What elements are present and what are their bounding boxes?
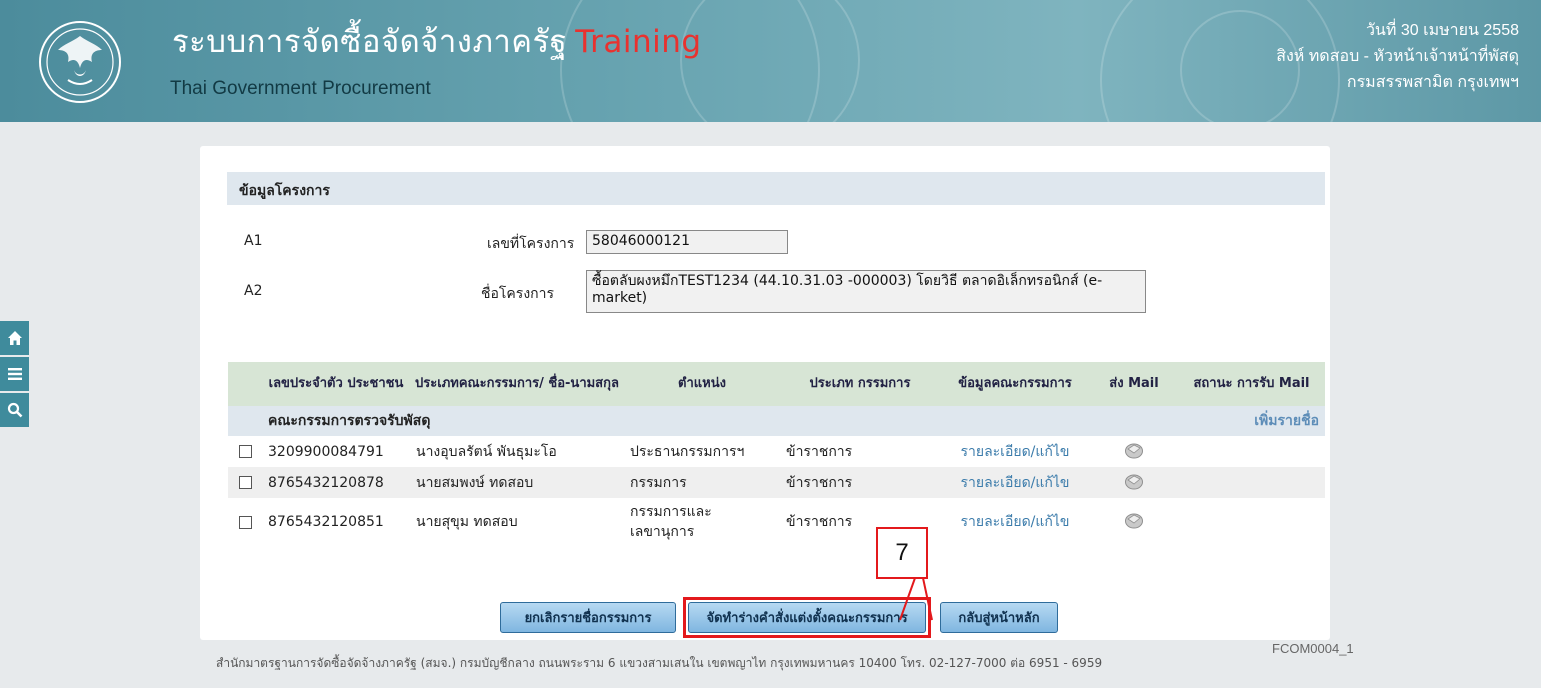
column-header-committee-info: ข้อมูลคณะกรรมการ [940,362,1090,406]
detail-edit-link[interactable]: รายละเอียด/แก้ไข [940,498,1090,546]
position-cell: กรรมการ [624,467,780,498]
committee-group-row: คณะกรรมการตรวจรับพัสดุ เพิ่มรายชื่อ [228,406,1325,436]
column-header-committee-name: ประเภทคณะกรรมการ/ ชื่อ-นามสกุล [410,362,624,406]
form-code: FCOM0004_1 [1272,641,1354,656]
project-name-label: ชื่อโครงการ [481,286,555,302]
project-number-field[interactable]: 58046000121 [586,230,788,254]
user-info: วันที่ 30 เมษายน 2558 สิงห์ ทดสอบ - หัวห… [1276,18,1519,96]
current-date: วันที่ 30 เมษายน 2558 [1365,22,1519,39]
column-header-committee-type: ประเภท กรรมการ [780,362,940,406]
user-department: กรมสรรพสามิต กรุงเทพฯ [1346,74,1519,91]
callout-pointer [899,577,933,621]
menu-button[interactable] [0,357,29,391]
send-mail-icon[interactable] [1124,511,1144,529]
citizen-id-cell: 8765432120851 [262,498,410,546]
send-mail-icon[interactable] [1124,441,1144,459]
add-member-link[interactable]: เพิ่มรายชื่อ [1090,406,1325,436]
member-name-cell: นายสุขุม ทดสอบ [410,498,624,546]
side-toolbar [0,321,29,429]
site-subtitle: Thai Government Procurement [170,78,431,99]
user-name: สิงห์ ทดสอบ - หัวหน้าเจ้าหน้าที่พัสดุ [1276,48,1519,65]
table-row: 8765432120851 นายสุขุม ทดสอบ กรรมการและ … [228,498,1325,546]
row-checkbox[interactable] [238,515,252,529]
site-title-text: ระบบการจัดซื้อจัดจ้างภาครัฐ [172,24,568,60]
mail-status-cell [1178,498,1325,546]
member-name-cell: นางอุบลรัตน์ พันธุมะโอ [410,436,624,467]
member-name-cell: นายสมพงษ์ ทดสอบ [410,467,624,498]
detail-edit-link[interactable]: รายละเอียด/แก้ไข [940,436,1090,467]
column-header-select [228,362,262,406]
project-name-field[interactable]: ซื้อตลับผงหมึกTEST1234 (44.10.31.03 -000… [586,270,1146,313]
column-header-citizen-id: เลขประจำตัว ประชาชน [262,362,410,406]
row-checkbox[interactable] [238,476,252,489]
comptroller-logo [39,21,121,103]
page-header: ระบบการจัดซื้อจัดจ้างภาครัฐ Training Thai… [0,0,1541,122]
cancel-members-button[interactable]: ยกเลิกรายชื่อกรรมการ [500,602,676,633]
table-header-row: เลขประจำตัว ประชาชน ประเภทคณะกรรมการ/ ชื… [228,362,1325,406]
table-row: 3209900084791 นางอุบลรัตน์ พันธุมะโอ ประ… [228,436,1325,467]
training-label: Training [575,24,702,60]
project-section-title: ข้อมูลโครงการ [227,172,1325,205]
column-header-mail-status: สถานะ การรับ Mail [1178,362,1325,406]
type-cell: ข้าราชการ [780,436,940,467]
main-panel: ข้อมูลโครงการ A1 เลขที่โครงการ 580460001… [200,146,1330,640]
step-callout-number: 7 [876,527,928,579]
mail-status-cell [1178,467,1325,498]
home-icon [7,331,22,345]
menu-icon [7,368,22,380]
back-to-main-button[interactable]: กลับสู่หน้าหลัก [940,602,1058,633]
detail-edit-link[interactable]: รายละเอียด/แก้ไข [940,467,1090,498]
field-code-a2: A2 [244,283,263,299]
project-number-label: เลขที่โครงการ [487,236,575,252]
citizen-id-cell: 3209900084791 [262,436,410,467]
home-button[interactable] [0,321,29,355]
committee-table: เลขประจำตัว ประชาชน ประเภทคณะกรรมการ/ ชื… [228,362,1325,546]
site-title: ระบบการจัดซื้อจัดจ้างภาครัฐ Training [172,16,702,66]
position-cell: กรรมการและ เลขานุการ [624,498,780,546]
committee-group-title: คณะกรรมการตรวจรับพัสดุ [262,406,1090,436]
table-row: 8765432120878 นายสมพงษ์ ทดสอบ กรรมการ ข้… [228,467,1325,498]
type-cell: ข้าราชการ [780,467,940,498]
search-icon [7,402,22,418]
citizen-id-cell: 8765432120878 [262,467,410,498]
field-code-a1: A1 [244,233,263,249]
footer-address: สำนักมาตรฐานการจัดซื้อจัดจ้างภาครัฐ (สมจ… [216,656,1103,670]
mail-status-cell [1178,436,1325,467]
search-button[interactable] [0,393,29,427]
column-header-position: ตำแหน่ง [624,362,780,406]
send-mail-icon[interactable] [1124,472,1144,490]
header-ornament [680,0,860,122]
position-cell: ประธานกรรมการฯ [624,436,780,467]
row-checkbox[interactable] [238,445,252,458]
column-header-send-mail: ส่ง Mail [1090,362,1178,406]
